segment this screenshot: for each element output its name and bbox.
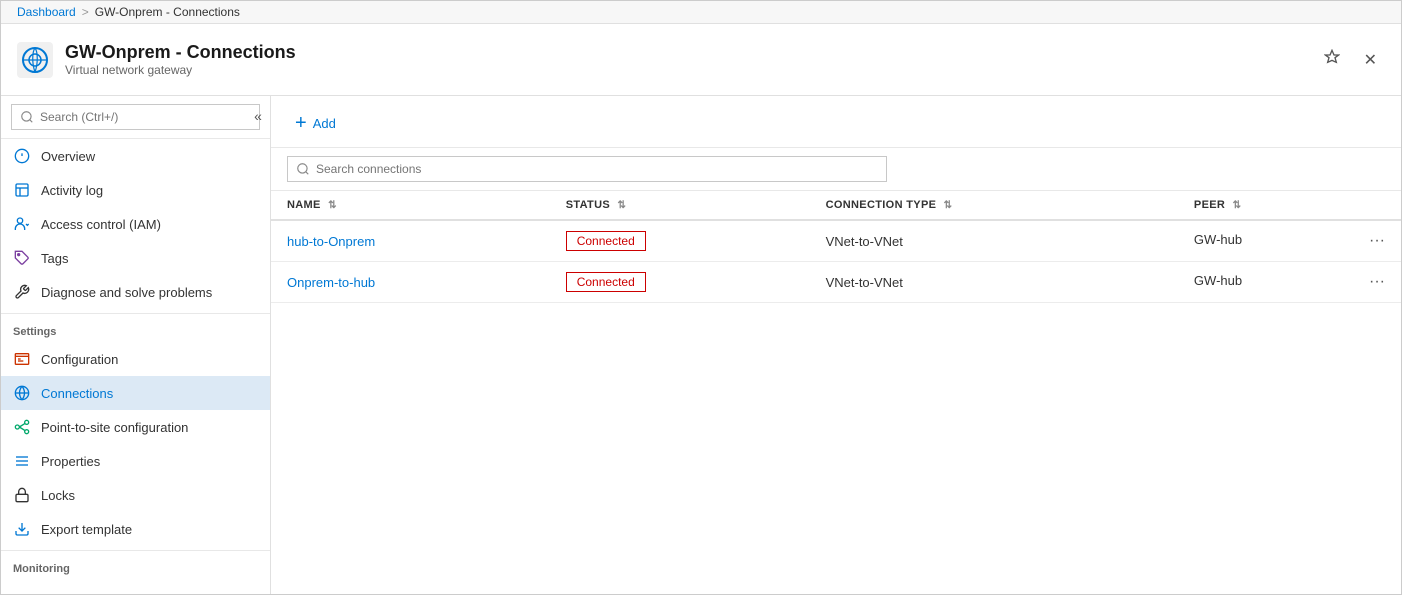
title-bar: GW-Onprem - Connections Virtual network … (1, 24, 1401, 96)
add-icon: + (295, 112, 307, 135)
sidebar-item-export-template-label: Export template (41, 522, 132, 537)
sidebar-item-properties[interactable]: Properties (1, 444, 270, 478)
locks-icon (13, 486, 31, 504)
app-window: Dashboard > GW-Onprem - Connections GW-O… (0, 0, 1402, 595)
export-template-icon (13, 520, 31, 538)
sidebar-item-properties-label: Properties (41, 454, 100, 469)
row1-peer: GW-hub ··· (1178, 220, 1401, 262)
sidebar-item-diagnose[interactable]: Diagnose and solve problems (1, 275, 270, 309)
connections-icon (13, 384, 31, 402)
connections-search-input[interactable] (287, 156, 887, 182)
app-icon (17, 42, 53, 78)
sidebar-item-configuration-label: Configuration (41, 352, 118, 367)
title-actions: ✕ (1316, 45, 1385, 74)
overview-icon (13, 147, 31, 165)
connections-table-area: NAME ⇅ STATUS ⇅ CONNECTION TYPE ⇅ (271, 191, 1401, 594)
settings-section-label: Settings (1, 313, 270, 342)
row2-name[interactable]: Onprem-to-hub (271, 262, 550, 303)
sidebar-item-locks[interactable]: Locks (1, 478, 270, 512)
sidebar-item-diagnose-label: Diagnose and solve problems (41, 285, 212, 300)
sort-icon-peer[interactable]: ⇅ (1233, 200, 1242, 211)
row2-connection-type: VNet-to-VNet (810, 262, 1178, 303)
col-header-peer: PEER ⇅ (1178, 191, 1401, 220)
sidebar-nav: Overview Activity log Access control (IA… (1, 139, 270, 594)
tags-icon (13, 249, 31, 267)
sidebar-item-overview-label: Overview (41, 149, 95, 164)
sidebar-item-configuration[interactable]: Configuration (1, 342, 270, 376)
sidebar-collapse-button[interactable]: « (246, 104, 270, 128)
sidebar-item-access-control[interactable]: Access control (IAM) (1, 207, 270, 241)
col-header-connection-type: CONNECTION TYPE ⇅ (810, 191, 1178, 220)
point-to-site-icon (13, 418, 31, 436)
sidebar-item-access-control-label: Access control (IAM) (41, 217, 161, 232)
properties-icon (13, 452, 31, 470)
sidebar-item-connections-label: Connections (41, 386, 113, 401)
add-button[interactable]: + Add (287, 108, 344, 139)
main-layout: « Overview Activity log (1, 96, 1401, 594)
row2-peer: GW-hub ··· (1178, 262, 1401, 303)
sort-icon-name[interactable]: ⇅ (328, 200, 337, 211)
page-title: GW-Onprem - Connections (65, 42, 296, 63)
sidebar-item-export-template[interactable]: Export template (1, 512, 270, 546)
row1-name[interactable]: hub-to-Onprem (271, 220, 550, 262)
close-button[interactable]: ✕ (1356, 45, 1385, 74)
diagnose-icon (13, 283, 31, 301)
status-badge-row2: Connected (566, 272, 646, 292)
table-header: NAME ⇅ STATUS ⇅ CONNECTION TYPE ⇅ (271, 191, 1401, 220)
sidebar-item-activity-log-label: Activity log (41, 183, 103, 198)
col-header-status: STATUS ⇅ (550, 191, 810, 220)
configuration-icon (13, 350, 31, 368)
page-subtitle: Virtual network gateway (65, 63, 296, 77)
sidebar-item-connections[interactable]: Connections (1, 376, 270, 410)
content-toolbar: + Add (271, 96, 1401, 148)
breadcrumb-sep: > (82, 5, 89, 19)
sidebar-item-point-to-site[interactable]: Point-to-site configuration (1, 410, 270, 444)
sidebar-item-locks-label: Locks (41, 488, 75, 503)
sidebar-item-activity-log[interactable]: Activity log (1, 173, 270, 207)
monitoring-section-label: Monitoring (1, 550, 270, 579)
row2-actions[interactable]: ··· (1369, 273, 1385, 291)
sort-icon-status[interactable]: ⇅ (617, 200, 626, 211)
connections-table: NAME ⇅ STATUS ⇅ CONNECTION TYPE ⇅ (271, 191, 1401, 303)
title-text-group: GW-Onprem - Connections Virtual network … (65, 42, 296, 77)
status-badge-row1: Connected (566, 231, 646, 251)
sidebar-item-overview[interactable]: Overview (1, 139, 270, 173)
col-header-name: NAME ⇅ (271, 191, 550, 220)
sidebar-search-wrapper (1, 96, 270, 139)
row2-status: Connected (550, 262, 810, 303)
breadcrumb: Dashboard > GW-Onprem - Connections (1, 1, 1401, 24)
pin-button[interactable] (1316, 45, 1348, 74)
sidebar-item-point-to-site-label: Point-to-site configuration (41, 420, 188, 435)
sidebar-item-tags-label: Tags (41, 251, 68, 266)
sidebar: « Overview Activity log (1, 96, 271, 594)
search-bar-wrapper (271, 148, 1401, 191)
sidebar-item-tags[interactable]: Tags (1, 241, 270, 275)
row1-actions[interactable]: ··· (1369, 232, 1385, 250)
table-body: hub-to-Onprem Connected VNet-to-VNet GW-… (271, 220, 1401, 303)
add-button-label: Add (313, 116, 336, 131)
breadcrumb-current: GW-Onprem - Connections (95, 5, 240, 19)
row1-connection-type: VNet-to-VNet (810, 220, 1178, 262)
row1-status: Connected (550, 220, 810, 262)
access-control-icon (13, 215, 31, 233)
table-row: hub-to-Onprem Connected VNet-to-VNet GW-… (271, 220, 1401, 262)
activity-log-icon (13, 181, 31, 199)
content-area: + Add NAME ⇅ (271, 96, 1401, 594)
sort-icon-connection-type[interactable]: ⇅ (944, 200, 953, 211)
breadcrumb-parent[interactable]: Dashboard (17, 5, 76, 19)
sidebar-search-input[interactable] (11, 104, 260, 130)
table-row: Onprem-to-hub Connected VNet-to-VNet GW-… (271, 262, 1401, 303)
